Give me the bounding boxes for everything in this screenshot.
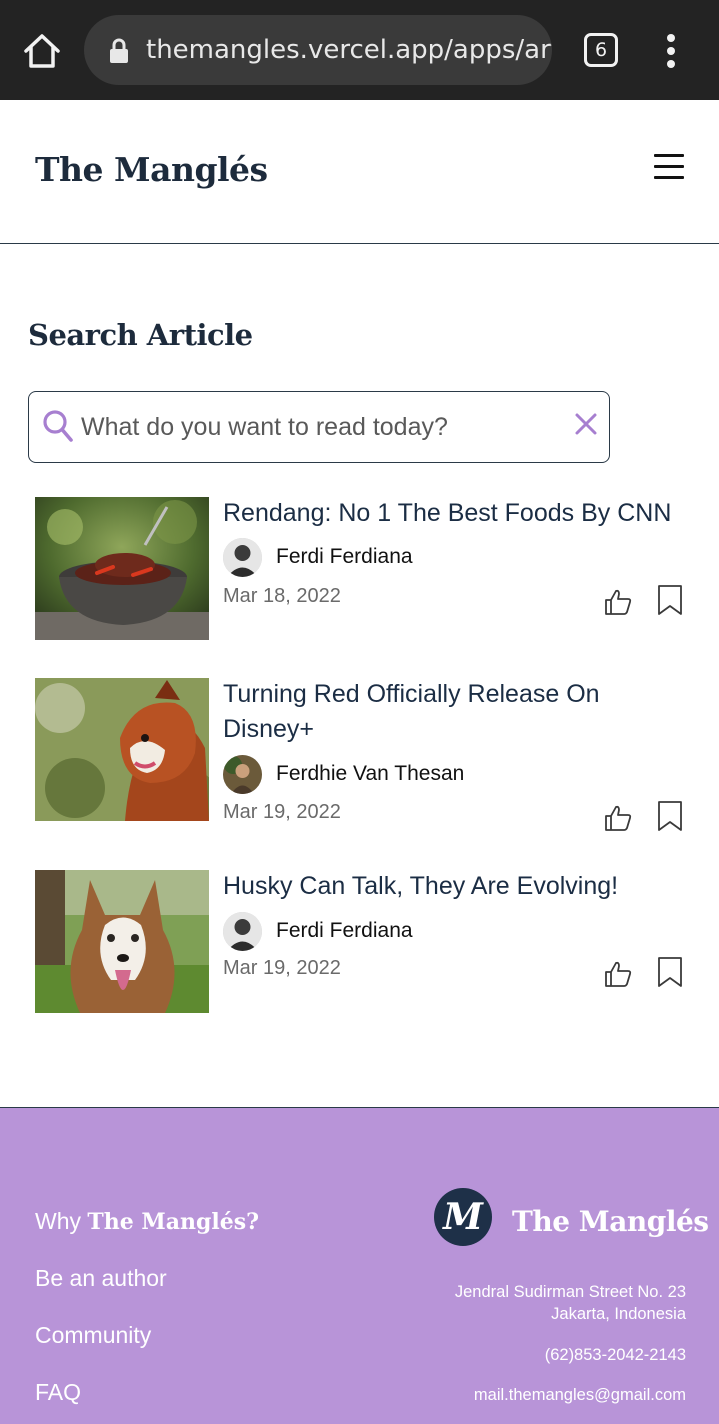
article-thumbnail[interactable]: [35, 870, 209, 1013]
article-title[interactable]: Rendang: No 1 The Best Foods By CNN: [223, 496, 683, 531]
article-card[interactable]: Turning Red Officially Release On Disney…: [0, 677, 719, 831]
bookmark-icon[interactable]: [657, 800, 683, 832]
article-date: Mar 19, 2022: [223, 801, 341, 823]
home-icon[interactable]: [22, 32, 62, 70]
footer-logo-letter: M: [441, 1196, 484, 1238]
url-text: themangles.vercel.app/apps/art: [146, 35, 552, 65]
footer-address-line1: Jendral Sudirman Street No. 23: [454, 1283, 686, 1301]
lock-icon: [110, 38, 128, 63]
page-title: Search Article: [28, 318, 253, 352]
bookmark-icon[interactable]: [657, 584, 683, 616]
author-name: Ferdhie Van Thesan: [276, 762, 465, 785]
footer-link-why[interactable]: Why The Manglés?: [35, 1208, 259, 1235]
article-thumbnail[interactable]: [35, 497, 209, 640]
search-icon: [43, 410, 73, 442]
article-card[interactable]: Rendang: No 1 The Best Foods By CNN Ferd…: [0, 497, 719, 640]
thumbs-up-icon[interactable]: [604, 588, 632, 616]
footer-brand: The Manglés: [512, 1205, 709, 1238]
tab-switcher-icon[interactable]: 6: [584, 33, 618, 67]
article-title[interactable]: Husky Can Talk, They Are Evolving!: [223, 869, 683, 904]
footer-link-author[interactable]: Be an author: [35, 1265, 167, 1292]
search-input[interactable]: [81, 406, 561, 448]
site-footer: Why The Manglés? Be an author Community …: [0, 1107, 719, 1424]
footer-why-prefix: Why: [35, 1208, 88, 1234]
bookmark-icon[interactable]: [657, 956, 683, 988]
menu-icon[interactable]: [654, 154, 684, 180]
footer-email[interactable]: mail.themangles@gmail.com: [474, 1386, 686, 1405]
article-card[interactable]: Husky Can Talk, They Are Evolving! Ferdi…: [0, 870, 719, 1013]
article-date: Mar 18, 2022: [223, 585, 341, 607]
article-thumbnail[interactable]: [35, 678, 209, 821]
article-date: Mar 19, 2022: [223, 957, 341, 979]
thumbs-up-icon[interactable]: [604, 804, 632, 832]
footer-why-brand: The Manglés?: [87, 1209, 260, 1235]
search-field[interactable]: [28, 391, 610, 463]
footer-link-community[interactable]: Community: [35, 1322, 151, 1349]
address-bar[interactable]: themangles.vercel.app/apps/art: [84, 15, 552, 85]
avatar: [223, 755, 262, 794]
more-vert-icon[interactable]: [662, 34, 680, 68]
site-logo[interactable]: The Manglés: [35, 150, 268, 189]
avatar: [223, 912, 262, 951]
avatar: [223, 538, 262, 577]
author-name: Ferdi Ferdiana: [276, 919, 413, 942]
thumbs-up-icon[interactable]: [604, 960, 632, 988]
article-title[interactable]: Turning Red Officially Release On Disney…: [223, 677, 683, 747]
footer-address-line2: Jakarta, Indonesia: [551, 1305, 686, 1323]
footer-link-faq[interactable]: FAQ: [35, 1379, 81, 1406]
author-name: Ferdi Ferdiana: [276, 545, 413, 568]
clear-icon[interactable]: [574, 412, 598, 436]
browser-toolbar: themangles.vercel.app/apps/art 6: [0, 0, 719, 100]
footer-logo: M: [434, 1188, 492, 1246]
site-header: The Manglés: [0, 100, 719, 244]
footer-phone[interactable]: (62)853-2042-2143: [545, 1346, 686, 1365]
